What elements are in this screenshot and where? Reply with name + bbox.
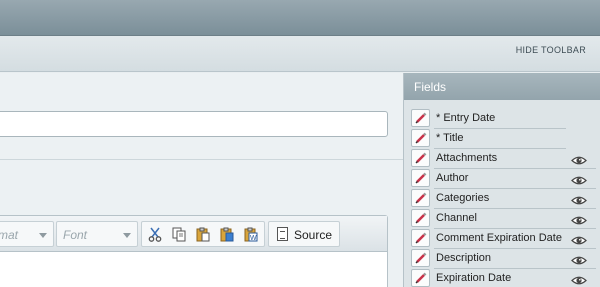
- field-item[interactable]: Channel: [411, 209, 596, 229]
- clipboard-button-group: W: [141, 221, 265, 247]
- field-label: Comment Expiration Date: [436, 232, 562, 244]
- paste-text-icon[interactable]: [220, 227, 234, 242]
- field-label: Expiration Date: [436, 272, 512, 284]
- edit-pencil-icon[interactable]: [411, 169, 430, 187]
- cut-icon[interactable]: [148, 227, 162, 242]
- field-item[interactable]: Author: [411, 169, 596, 189]
- divider: [0, 159, 403, 160]
- edit-pencil-icon[interactable]: [411, 269, 430, 287]
- edit-pencil-icon[interactable]: [411, 209, 430, 227]
- font-dropdown-value: Font: [63, 228, 88, 242]
- field-item[interactable]: Description: [411, 249, 596, 269]
- format-dropdown[interactable]: mat: [0, 221, 54, 247]
- field-label: * Entry Date: [436, 112, 496, 124]
- edit-pencil-icon[interactable]: [411, 229, 430, 247]
- field-label: Attachments: [436, 152, 498, 164]
- field-item[interactable]: * Entry Date: [411, 109, 583, 129]
- document-icon: [277, 227, 288, 241]
- field-label: Channel: [436, 212, 477, 224]
- paste-icon[interactable]: [196, 227, 210, 242]
- format-dropdown-value: mat: [0, 228, 19, 242]
- field-label: * Title: [436, 132, 464, 144]
- rich-text-editor[interactable]: mat Font W Source: [0, 215, 388, 287]
- source-button-label: Source: [294, 228, 333, 242]
- field-label: Categories: [436, 192, 490, 204]
- source-button[interactable]: Source: [268, 221, 340, 247]
- fields-panel-title: Fields: [404, 73, 600, 100]
- chevron-down-icon: [39, 233, 47, 238]
- editor-toolbar: mat Font W Source: [0, 216, 387, 252]
- main-content: mat Font W Source: [0, 73, 403, 287]
- copy-icon[interactable]: [172, 227, 186, 242]
- field-label: Description: [436, 252, 492, 264]
- top-header-bar: [0, 0, 600, 36]
- field-item[interactable]: Categories: [411, 189, 596, 209]
- chevron-down-icon: [123, 233, 131, 238]
- edit-pencil-icon[interactable]: [411, 189, 430, 207]
- paste-word-icon[interactable]: W: [244, 227, 258, 242]
- field-item[interactable]: * Title: [411, 129, 583, 149]
- font-dropdown[interactable]: Font: [56, 221, 138, 247]
- hide-toolbar-link[interactable]: HIDE TOOLBAR: [516, 45, 586, 55]
- edit-pencil-icon[interactable]: [411, 149, 430, 167]
- field-item[interactable]: Expiration Date: [411, 269, 587, 287]
- edit-pencil-icon[interactable]: [411, 249, 430, 267]
- eye-icon[interactable]: [571, 273, 587, 287]
- field-label: Author: [436, 172, 469, 184]
- fields-panel: Fields * Entry Date * Title Attachments Aut…: [403, 73, 600, 287]
- svg-text:W: W: [250, 235, 257, 242]
- title-input[interactable]: [0, 111, 388, 137]
- field-item[interactable]: Attachments: [411, 149, 596, 169]
- toolbar-strip: HIDE TOOLBAR: [0, 36, 600, 72]
- edit-pencil-icon[interactable]: [411, 129, 430, 147]
- edit-pencil-icon[interactable]: [411, 109, 430, 127]
- field-item[interactable]: Comment Expiration Date: [411, 229, 596, 249]
